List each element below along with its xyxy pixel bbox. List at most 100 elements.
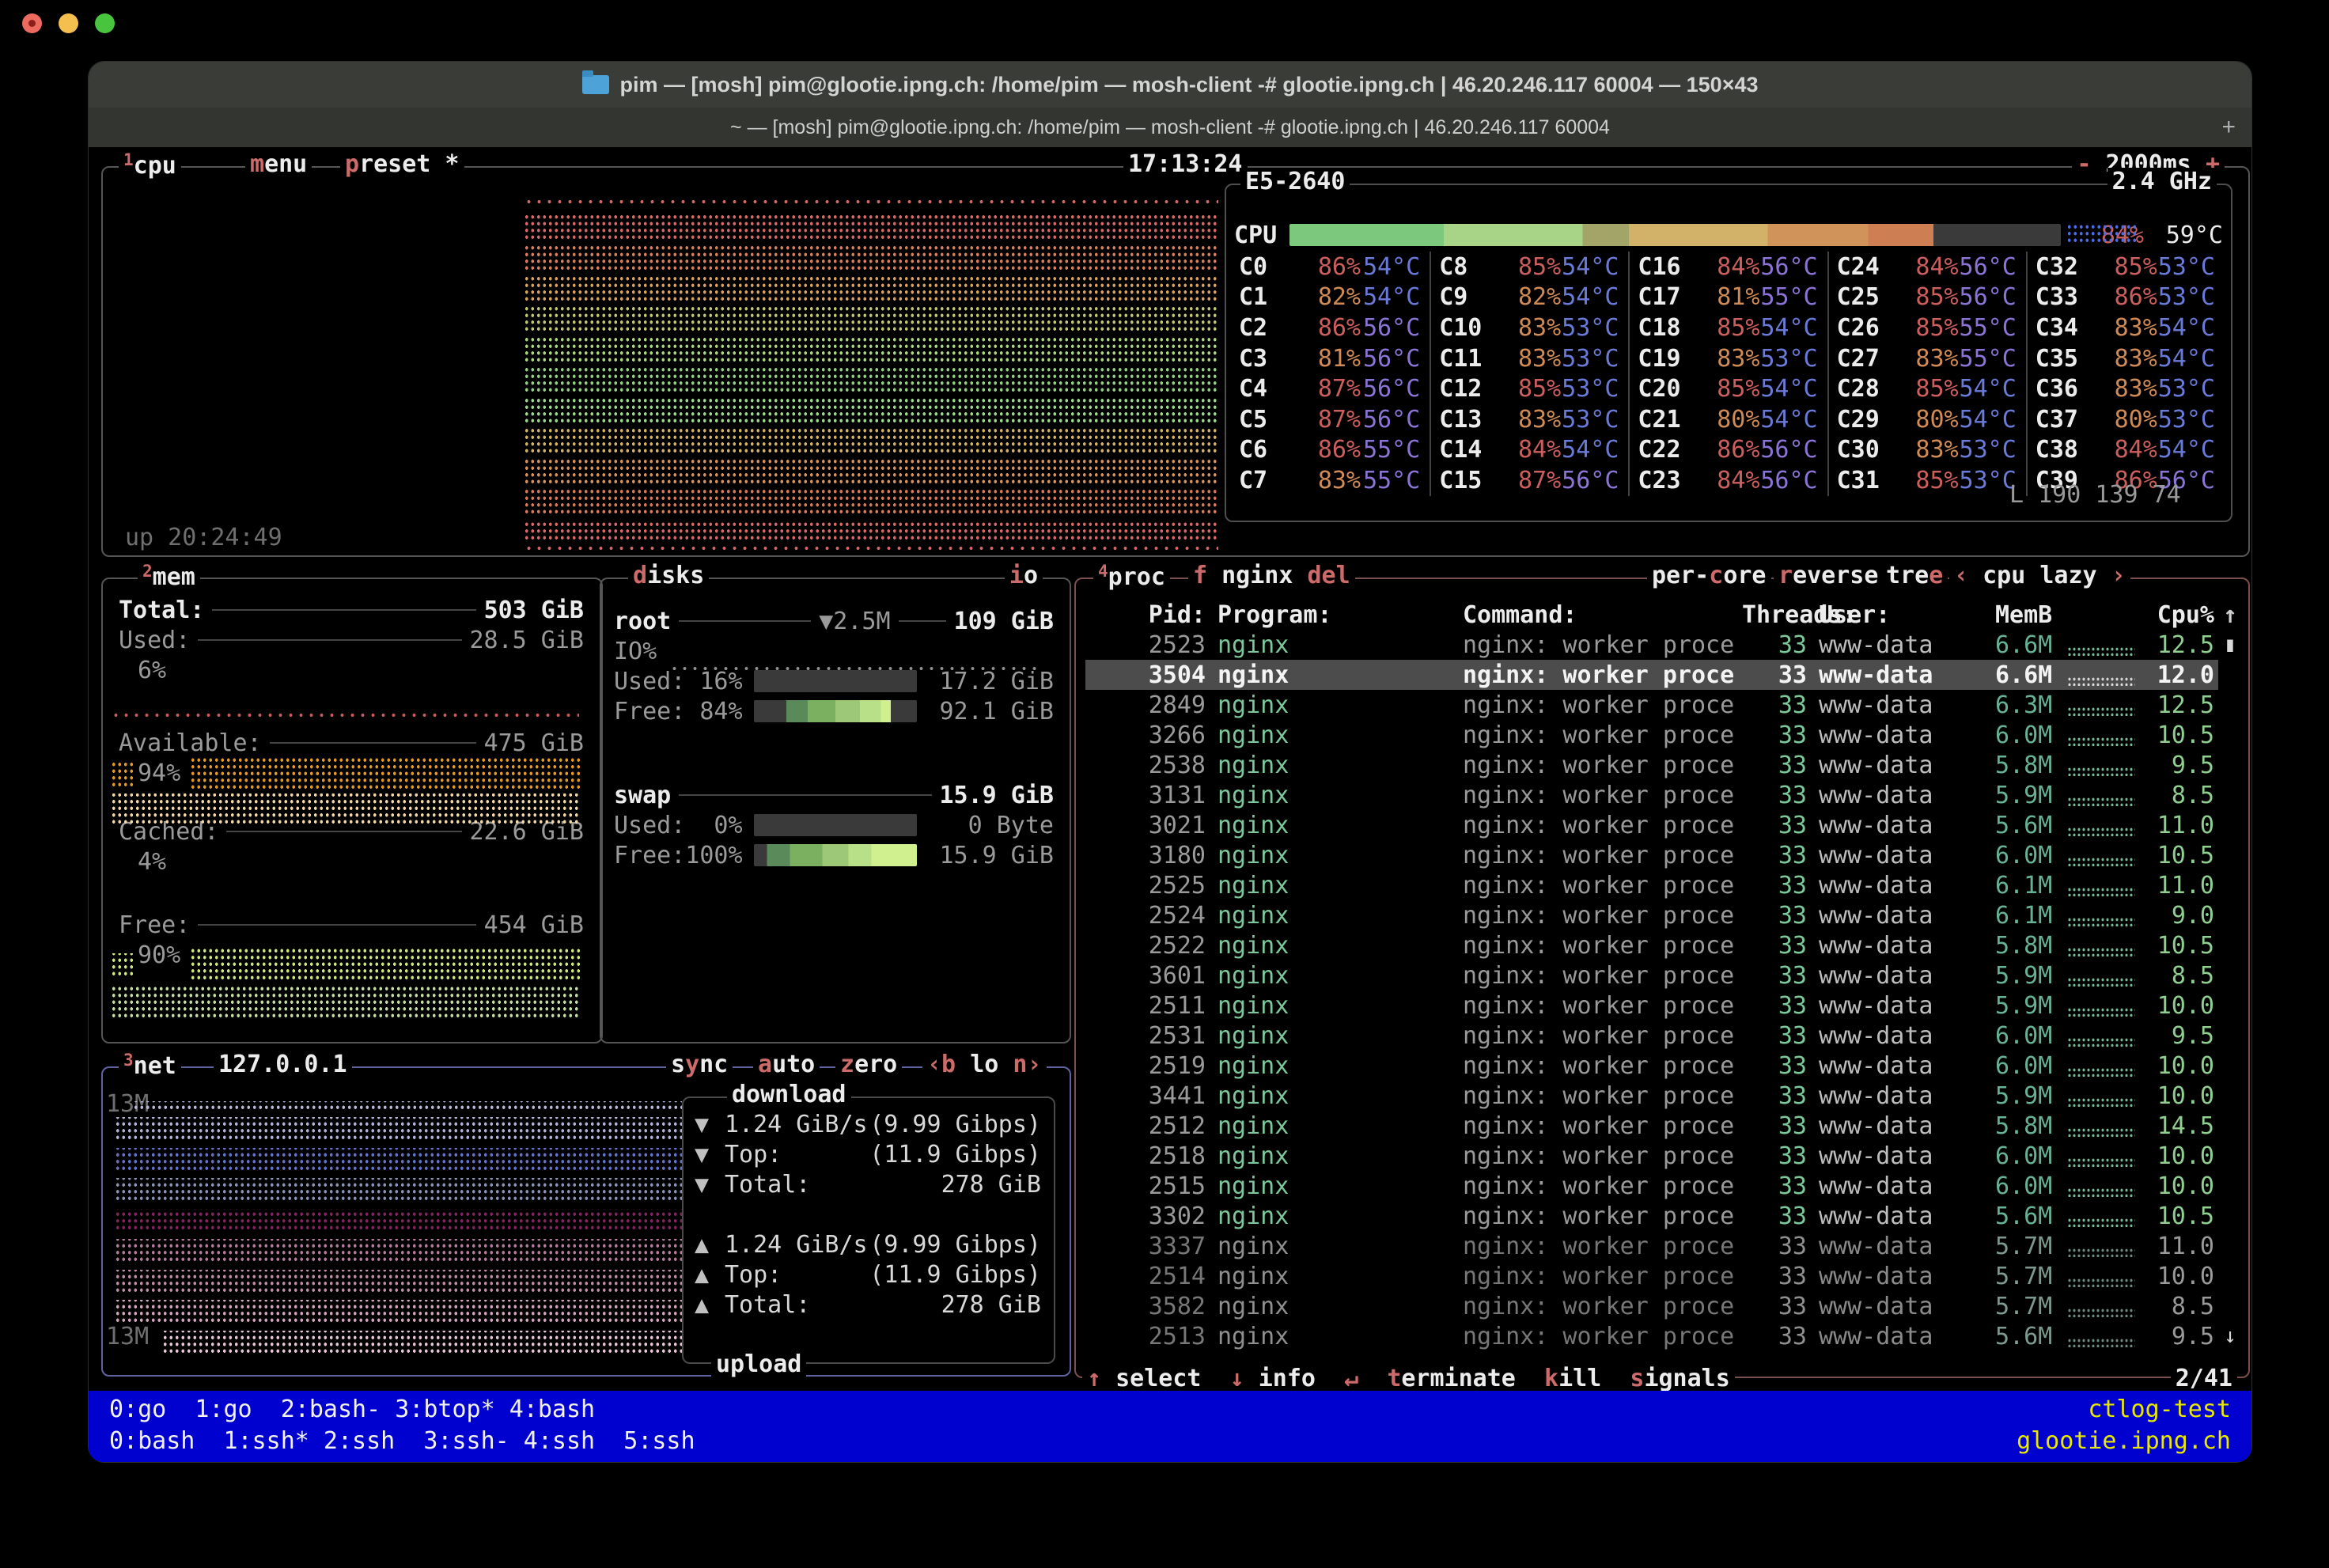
process-row[interactable]: 3582nginxnginx: worker proce33www-data5.…: [1085, 1291, 2246, 1321]
tmux-outer-windows[interactable]: 0:go 1:go 2:bash- 3:btop* 4:bash: [109, 1396, 595, 1423]
process-row[interactable]: 3601nginxnginx: worker proce33www-data5.…: [1085, 960, 2246, 990]
process-row[interactable]: 2512nginxnginx: worker proce33www-data5.…: [1085, 1111, 2246, 1141]
process-row[interactable]: 3180nginxnginx: worker proce33www-data6.…: [1085, 840, 2246, 870]
process-pid: 3337: [1085, 1233, 1206, 1260]
core-label: C5: [1239, 406, 1302, 434]
process-row[interactable]: 3441nginxnginx: worker proce33www-data5.…: [1085, 1081, 2246, 1111]
proc-sort-selector[interactable]: ‹ cpu lazy ›: [1949, 562, 2130, 589]
proc-column-headers[interactable]: Pid: Program: Command: Threads: User: Me…: [1085, 600, 2246, 630]
scrollbar-thumb[interactable]: ▮: [2214, 633, 2246, 657]
process-row[interactable]: 3337nginxnginx: worker proce33www-data5.…: [1085, 1231, 2246, 1261]
process-pid: 3601: [1085, 962, 1206, 990]
disk-root-row[interactable]: root▼2.5M109 GiB: [614, 606, 1054, 636]
core-temp: 53°C: [1759, 345, 1827, 373]
maximize-button[interactable]: [95, 13, 115, 33]
process-command: nginx: worker proce: [1463, 722, 1742, 749]
cpu-graph-row-top-sparse: [524, 195, 1218, 207]
core-temp-cell: C487%56°C: [1231, 373, 1430, 404]
terminate-button[interactable]: terminate: [1387, 1365, 1516, 1392]
core-usage-pct: 85%: [1502, 375, 1561, 403]
core-label: C0: [1239, 253, 1302, 281]
core-temp-row: C086%54°CC885%54°CC1684%56°CC2484%56°CC3…: [1231, 252, 2225, 282]
net-auto-toggle[interactable]: auto: [753, 1051, 820, 1078]
proc-reverse-toggle[interactable]: reverse: [1774, 562, 1883, 589]
tab-mem[interactable]: 2mem: [138, 562, 200, 591]
disks-io-toggle[interactable]: io: [1005, 562, 1043, 589]
disk-swap-row[interactable]: swap15.9 GiB: [614, 780, 1054, 810]
interval-minus-button[interactable]: -: [2077, 150, 2091, 178]
process-row[interactable]: 3504nginxnginx: worker proce33www-data6.…: [1085, 660, 2246, 690]
process-row[interactable]: 3266nginxnginx: worker proce33www-data6.…: [1085, 720, 2246, 750]
tab-proc[interactable]: 4proc: [1093, 562, 1170, 591]
cpu-graph-row-c2: [524, 307, 1218, 332]
process-threads: 33: [1742, 902, 1807, 930]
process-row[interactable]: 2514nginxnginx: worker proce33www-data5.…: [1085, 1261, 2246, 1291]
process-command: nginx: worker proce: [1463, 962, 1742, 990]
window-titlebar[interactable]: pim — [mosh] pim@glootie.ipng.ch: /home/…: [89, 62, 2251, 108]
core-temp-cell: C3683%53°C: [2026, 373, 2225, 404]
process-row[interactable]: 2522nginxnginx: worker proce33www-data5.…: [1085, 930, 2246, 960]
proc-tree-toggle[interactable]: tree: [1881, 562, 1948, 589]
tmux-outer-session: ctlog-test: [2088, 1396, 2231, 1423]
process-name: nginx: [1218, 1172, 1463, 1200]
process-row[interactable]: 3021nginxnginx: worker proce33www-data5.…: [1085, 810, 2246, 840]
terminal-tab-bar[interactable]: ~ — [mosh] pim@glootie.ipng.ch: /home/pi…: [89, 108, 2251, 147]
core-temp-cell: C3285%53°C: [2026, 252, 2225, 282]
minimize-button[interactable]: [59, 13, 78, 33]
core-temp: 54°C: [1759, 375, 1827, 403]
process-name: nginx: [1218, 932, 1463, 960]
down-arrow-icon: ▼: [695, 1111, 725, 1138]
process-row[interactable]: 2523nginxnginx: worker proce33www-data6.…: [1085, 630, 2246, 660]
select-up-button[interactable]: ↑: [1087, 1365, 1101, 1392]
process-cpu-pct: 11.0: [2135, 872, 2214, 900]
process-row[interactable]: 2538nginxnginx: worker proce33www-data5.…: [1085, 750, 2246, 780]
process-row[interactable]: 2849nginxnginx: worker proce33www-data6.…: [1085, 690, 2246, 720]
process-row[interactable]: 2511nginxnginx: worker proce33www-data5.…: [1085, 990, 2246, 1021]
tab-disks[interactable]: disks: [628, 562, 709, 589]
process-row[interactable]: 2513nginxnginx: worker proce33www-data5.…: [1085, 1321, 2246, 1351]
process-user: www-data: [1819, 1052, 1995, 1080]
process-threads: 33: [1742, 661, 1807, 689]
menu-button[interactable]: menu: [245, 150, 312, 178]
process-row[interactable]: 2515nginxnginx: worker proce33www-data6.…: [1085, 1171, 2246, 1201]
cpu-core-table: C086%54°CC885%54°CC1684%56°CC2484%56°CC3…: [1231, 252, 2225, 496]
process-row[interactable]: 2531nginxnginx: worker proce33www-data6.…: [1085, 1021, 2246, 1051]
select-down-button[interactable]: ↓: [1230, 1365, 1244, 1392]
process-command: nginx: worker proce: [1463, 1112, 1742, 1140]
signals-button[interactable]: signals: [1630, 1365, 1729, 1392]
net-graph-row1: [133, 1101, 682, 1111]
mem-cached-pct: 4%: [119, 846, 584, 877]
core-usage-pct: 81%: [1701, 283, 1759, 311]
process-row[interactable]: 2519nginxnginx: worker proce33www-data6.…: [1085, 1051, 2246, 1081]
process-row[interactable]: 3302nginxnginx: worker proce33www-data5.…: [1085, 1201, 2246, 1231]
proc-filter[interactable]: f nginx del: [1188, 562, 1355, 589]
net-sync-toggle[interactable]: sync: [666, 1051, 733, 1078]
preset-button[interactable]: preset *: [340, 150, 464, 178]
net-iface-switcher[interactable]: ‹b lo n›: [922, 1051, 1047, 1078]
core-label: C9: [1439, 283, 1502, 311]
process-cpu-minigraph: [2067, 1007, 2135, 1017]
process-row[interactable]: 2518nginxnginx: worker proce33www-data6.…: [1085, 1141, 2246, 1171]
tmux-inner-windows[interactable]: 0:bash 1:ssh* 2:ssh 3:ssh- 4:ssh 5:ssh: [109, 1427, 695, 1455]
process-command: nginx: worker proce: [1463, 812, 1742, 839]
core-temp-cell: C885%54°C: [1430, 252, 1628, 282]
process-pid: 2522: [1085, 932, 1206, 960]
net-zero-toggle[interactable]: zero: [835, 1051, 902, 1078]
process-pid: 3441: [1085, 1082, 1206, 1110]
process-row[interactable]: 2524nginxnginx: worker proce33www-data6.…: [1085, 900, 2246, 930]
close-button[interactable]: [22, 13, 42, 33]
process-row[interactable]: 3131nginxnginx: worker proce33www-data5.…: [1085, 780, 2246, 810]
mem-available-graph-pale: [111, 793, 581, 825]
proc-percore-toggle[interactable]: per-core: [1647, 562, 1771, 589]
kill-button[interactable]: kill: [1544, 1365, 1601, 1392]
tab-cpu[interactable]: 1cpu: [119, 150, 181, 180]
new-tab-button[interactable]: +: [2221, 114, 2236, 141]
core-label: C19: [1638, 345, 1701, 373]
process-threads: 33: [1742, 1112, 1807, 1140]
process-cpu-pct: 12.5: [2135, 691, 2214, 719]
tab-net[interactable]: 3net: [119, 1051, 181, 1080]
core-label: C34: [2036, 314, 2099, 342]
info-button[interactable]: info: [1259, 1365, 1316, 1392]
process-row[interactable]: 2525nginxnginx: worker proce33www-data6.…: [1085, 870, 2246, 900]
process-threads: 33: [1742, 1052, 1807, 1080]
